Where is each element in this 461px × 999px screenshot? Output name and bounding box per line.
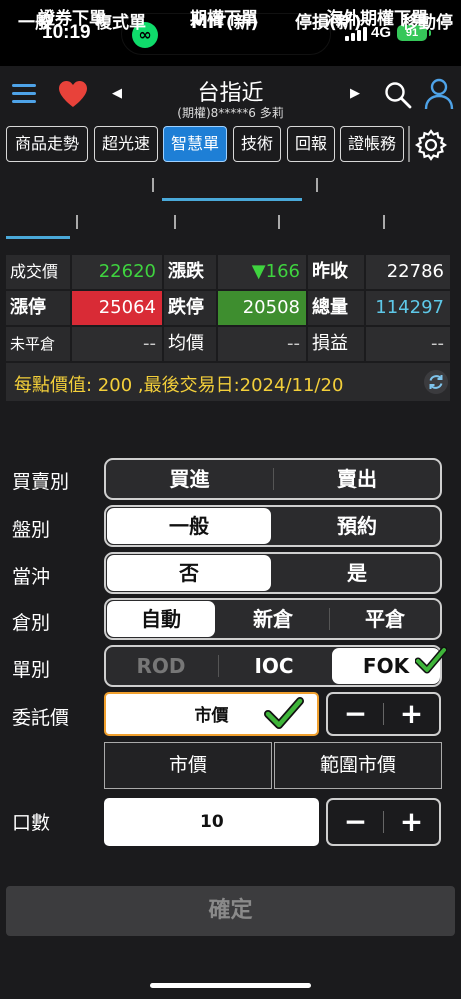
limit-down-value: 20508 <box>218 291 306 325</box>
func-smart-order-button[interactable]: 智慧單 <box>163 126 227 162</box>
order-type-label: 單別 <box>12 659 51 681</box>
last-price-value: 22620 <box>72 255 162 289</box>
price-plus-button[interactable]: + <box>384 694 439 734</box>
quantity-label: 口數 <box>12 812 51 834</box>
tab-underline <box>162 198 302 201</box>
func-report-button[interactable]: 回報 <box>287 126 335 162</box>
next-arrow-icon[interactable]: ▶ <box>350 86 360 101</box>
position-label: 倉別 <box>12 612 51 634</box>
function-toolbar: 商品走勢 超光速 智慧單 技術 回報 證帳務 <box>0 126 461 164</box>
quantity-minus-button[interactable]: − <box>328 800 383 844</box>
position-auto-option[interactable]: 自動 <box>107 601 215 637</box>
order-rod-option[interactable]: ROD <box>106 647 216 685</box>
session-selector: 一般 預約 <box>104 505 442 547</box>
check-icon <box>264 697 304 729</box>
position-selector: 自動 新倉 平倉 <box>104 598 442 640</box>
order-type-selector: ROD IOC FOK <box>104 645 442 687</box>
daytrade-selector: 否 是 <box>104 552 442 594</box>
session-regular-option[interactable]: 一般 <box>107 508 271 544</box>
refresh-icon[interactable] <box>424 370 448 394</box>
home-indicator[interactable] <box>150 983 311 988</box>
limit-up-label: 漲停 <box>6 291 70 325</box>
confirm-button[interactable]: 確定 <box>6 886 455 936</box>
tab-stop-loss[interactable]: 停損(新) <box>295 8 362 33</box>
volume-label: 總量 <box>308 291 364 325</box>
limit-down-label: 跌停 <box>164 291 216 325</box>
position-new-option[interactable]: 新倉 <box>218 600 328 638</box>
volume-value: 114297 <box>366 291 450 325</box>
side-selector: 買進 賣出 <box>104 458 442 500</box>
range-market-price-button[interactable]: 範圍市價 <box>274 742 442 789</box>
price-label: 委託價 <box>12 707 70 729</box>
daytrade-yes-option[interactable]: 是 <box>274 554 440 592</box>
open-position-value: -- <box>72 327 162 361</box>
price-minus-button[interactable]: − <box>328 694 383 734</box>
tab-separator <box>278 215 280 229</box>
pnl-value: -- <box>366 327 450 361</box>
last-price-label: 成交價 <box>6 255 70 289</box>
app-header: ◀ 台指近 (期權)8*****6 多莉 ▶ <box>0 66 461 120</box>
daytrade-label: 當沖 <box>12 566 51 588</box>
tab-underline <box>6 236 70 239</box>
session-label: 盤別 <box>12 519 51 541</box>
daytrade-no-option[interactable]: 否 <box>107 555 271 591</box>
side-label: 買賣別 <box>12 471 70 493</box>
tab-mit[interactable]: MIT(新) <box>191 8 258 33</box>
open-position-label: 未平倉 <box>6 327 70 361</box>
buy-option[interactable]: 買進 <box>106 460 273 498</box>
limit-up-value: 25064 <box>72 291 162 325</box>
quantity-input[interactable]: 10 <box>104 798 319 846</box>
func-account-button[interactable]: 證帳務 <box>340 126 404 162</box>
user-icon[interactable] <box>424 78 454 110</box>
change-value: ▼166 <box>218 255 306 289</box>
func-fast-button[interactable]: 超光速 <box>94 126 158 162</box>
toolbar-divider <box>408 126 410 162</box>
prev-close-label: 昨收 <box>308 255 364 289</box>
contract-info-text: 每點價值: 200 ,最後交易日:2024/11/20 <box>14 375 344 396</box>
tab-combo[interactable]: 複式單 <box>95 8 146 33</box>
pnl-label: 損益 <box>308 327 364 361</box>
search-icon[interactable] <box>384 81 412 109</box>
quantity-stepper: − + <box>326 798 441 846</box>
change-label: 漲跌 <box>164 255 216 289</box>
tab-separator <box>174 215 176 229</box>
prev-close-value: 22786 <box>366 255 450 289</box>
check-icon <box>415 646 447 674</box>
func-technical-button[interactable]: 技術 <box>233 126 281 162</box>
tab-trailing-stop[interactable]: 移動停 <box>402 8 453 33</box>
position-close-option[interactable]: 平倉 <box>330 600 440 638</box>
gear-icon[interactable] <box>414 128 448 162</box>
tab-separator <box>152 178 154 192</box>
price-stepper: − + <box>326 692 441 736</box>
func-chart-button[interactable]: 商品走勢 <box>6 126 88 162</box>
avg-price-value: -- <box>218 327 306 361</box>
market-price-button[interactable]: 市價 <box>104 742 272 789</box>
order-ioc-option[interactable]: IOC <box>219 647 329 685</box>
tab-separator <box>383 215 385 229</box>
tab-general[interactable]: 一般 <box>18 8 52 33</box>
session-reserve-option[interactable]: 預約 <box>274 507 440 545</box>
avg-price-label: 均價 <box>164 327 216 361</box>
quantity-plus-button[interactable]: + <box>384 800 439 844</box>
tab-separator <box>76 215 78 229</box>
contract-info-bar: 每點價值: 200 ,最後交易日:2024/11/20 <box>6 363 450 401</box>
sell-option[interactable]: 賣出 <box>274 460 440 498</box>
tab-separator <box>316 178 318 192</box>
